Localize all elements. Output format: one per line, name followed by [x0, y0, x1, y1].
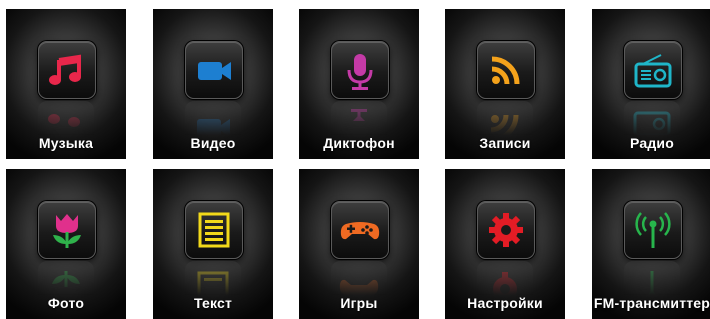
- menu-item-label: Текст: [193, 295, 233, 311]
- menu-item-radio[interactable]: Радио: [592, 9, 710, 159]
- menu-item-recorder[interactable]: Диктофон: [299, 9, 419, 159]
- menu-item-label: Музыка: [38, 135, 94, 151]
- games-icon-frame: [331, 201, 389, 259]
- music-icon-frame: [38, 41, 96, 99]
- menu-item-label: FM-трансмиттер: [593, 295, 710, 311]
- rss-feed-icon: [491, 56, 520, 85]
- settings-icon-frame: [477, 201, 535, 259]
- menu-item-label: Видео: [190, 135, 236, 151]
- fm-transmitter-icon-frame: [624, 201, 682, 259]
- menu-item-settings[interactable]: Настройки: [445, 169, 565, 319]
- menu-item-label: Диктофон: [323, 135, 395, 151]
- photo-icon-frame: [38, 201, 96, 259]
- records-icon-frame: [477, 41, 535, 99]
- menu-item-label: Радио: [630, 135, 674, 151]
- gamepad-icon: [340, 222, 380, 240]
- menu-item-fm-transmitter[interactable]: FM-трансмиттер: [592, 169, 710, 319]
- radio-icon: [634, 54, 672, 88]
- menu-item-text[interactable]: Текст: [153, 169, 273, 319]
- menu-item-label: Фото: [47, 295, 85, 311]
- video-icon-frame: [185, 41, 243, 99]
- video-camera-icon: [198, 62, 231, 80]
- gear-icon: [489, 213, 523, 247]
- text-icon-frame: [185, 201, 243, 259]
- radio-icon-frame: [624, 41, 682, 99]
- menu-item-records[interactable]: Записи: [445, 9, 565, 159]
- recorder-icon-frame: [331, 41, 389, 99]
- menu-item-label: Игры: [340, 295, 378, 311]
- antenna-icon: [635, 212, 671, 248]
- flower-icon: [53, 214, 81, 248]
- menu-item-label: Настройки: [467, 295, 543, 311]
- menu-item-video[interactable]: Видео: [153, 9, 273, 159]
- menu-item-photo[interactable]: Фото: [6, 169, 126, 319]
- microphone-icon: [347, 54, 373, 90]
- music-note-icon: [49, 54, 81, 85]
- menu-item-music[interactable]: Музыка: [6, 9, 126, 159]
- text-document-icon: [198, 212, 230, 248]
- menu-item-games[interactable]: Игры: [299, 169, 419, 319]
- menu-item-label: Записи: [479, 135, 531, 151]
